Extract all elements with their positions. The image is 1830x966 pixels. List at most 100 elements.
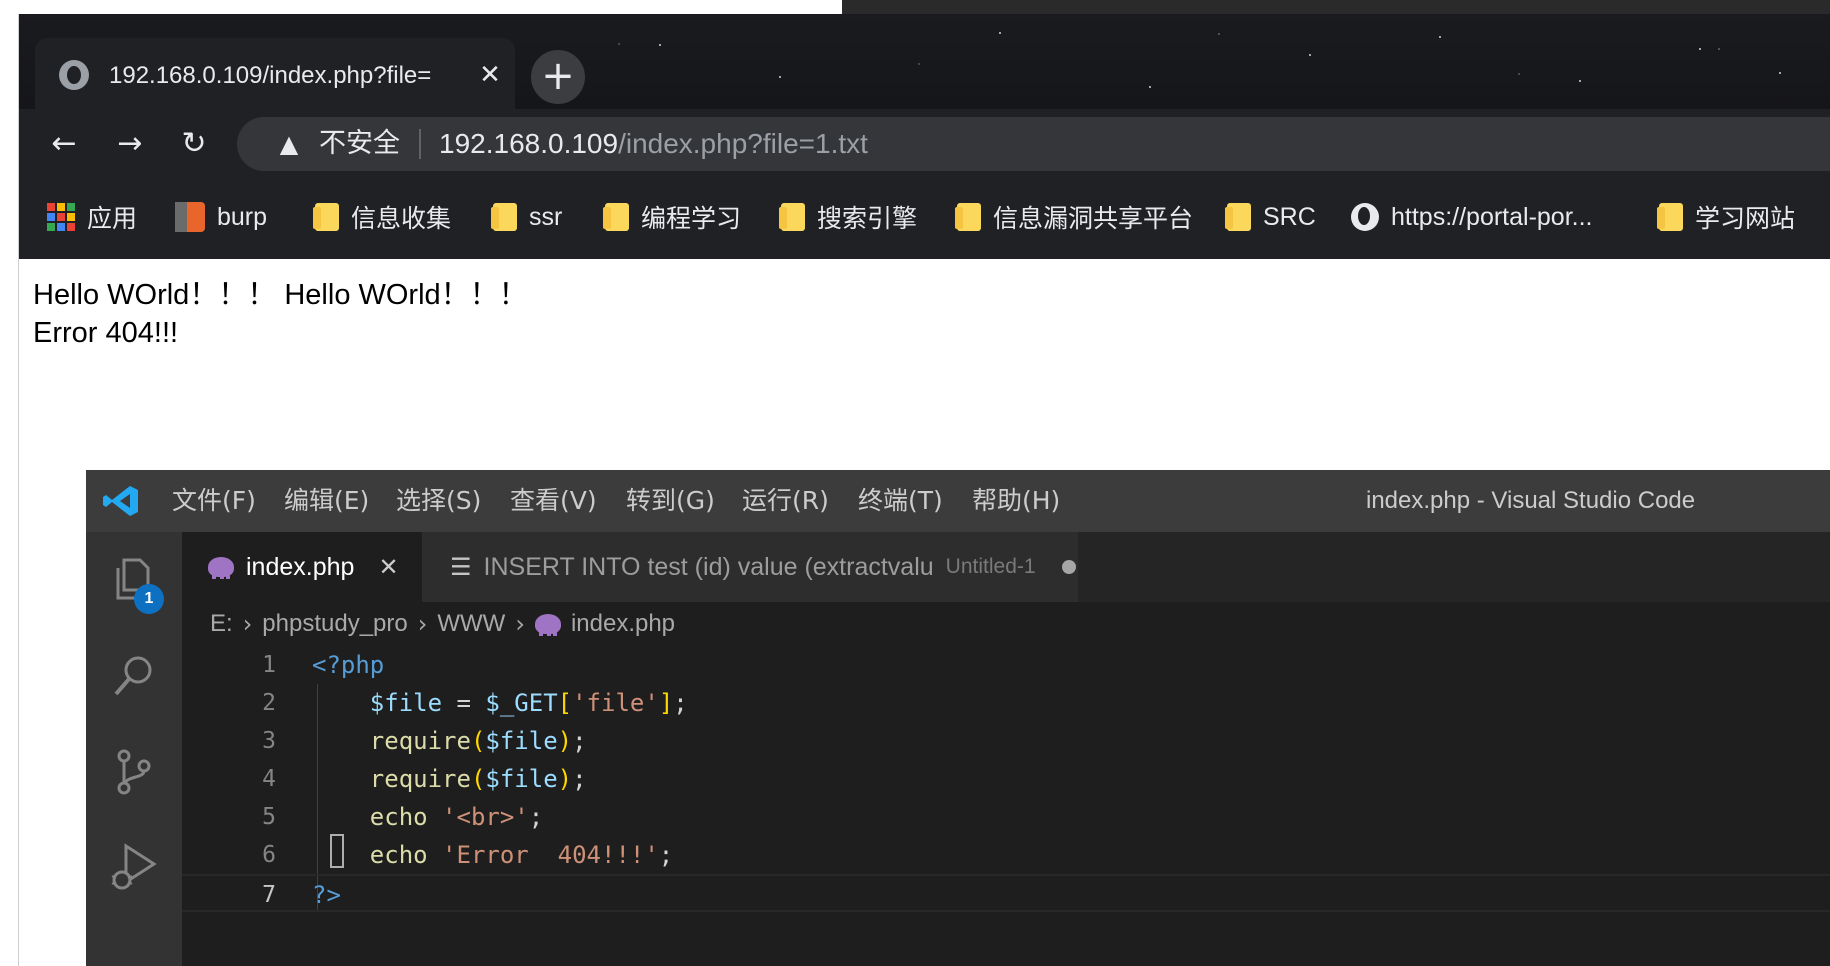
bookmark-folder[interactable]: 编程学习: [603, 197, 742, 237]
line-number: 5: [262, 804, 276, 830]
code-line[interactable]: 3 require($file);: [182, 722, 1830, 760]
code-line[interactable]: 5 echo '<br>';: [182, 798, 1830, 836]
code-text: $file = $_GET['file'];: [369, 689, 688, 717]
bookmark-folder[interactable]: 搜索引擎: [779, 197, 918, 237]
bookmark-folder[interactable]: ssr: [491, 197, 563, 237]
folder-icon: [779, 203, 805, 231]
globe-icon: [1351, 203, 1379, 231]
bookmark-label: https://portal-por...: [1391, 202, 1593, 231]
line-number: 6: [262, 842, 276, 868]
search-icon[interactable]: [108, 650, 160, 702]
folder-icon: [955, 203, 981, 231]
line-number: 4: [262, 766, 276, 792]
folder-icon: [1657, 203, 1683, 231]
code-text: require($file);: [369, 727, 587, 755]
code-line[interactable]: 6 echo 'Error 404!!!';: [182, 836, 1830, 874]
menu-go[interactable]: 转到(G): [626, 484, 715, 518]
text-lines-icon: ☰: [450, 553, 472, 581]
new-tab-button[interactable]: +: [531, 50, 585, 104]
code-text: echo 'Error 404!!!';: [369, 841, 674, 869]
chevron-right-icon: ›: [242, 610, 253, 638]
bookmark-apps[interactable]: 应用: [47, 197, 137, 237]
menu-help[interactable]: 帮助(H): [972, 484, 1060, 518]
close-icon[interactable]: ✕: [475, 60, 505, 90]
security-label[interactable]: 不安全: [319, 127, 400, 161]
warning-triangle-icon[interactable]: ▲: [275, 131, 303, 157]
page-body: Hello WOrld！！！ Hello WOrld！！！ Error 404!…: [33, 276, 528, 352]
code-text: ?>: [312, 881, 341, 909]
folder-icon: [1225, 203, 1251, 231]
vscode-logo-icon: [103, 486, 138, 516]
url-path: /index.php?file=1.txt: [618, 128, 868, 159]
activity-bar: 1: [86, 532, 182, 966]
code-text: require($file);: [369, 765, 587, 793]
bookmark-label: SRC: [1263, 202, 1316, 231]
source-control-icon[interactable]: [108, 746, 160, 798]
code-line[interactable]: 1 <?php: [182, 646, 1830, 684]
bookmark-folder[interactable]: SRC: [1225, 197, 1316, 237]
run-debug-icon[interactable]: [108, 840, 160, 892]
url-host[interactable]: 192.168.0.109/index.php?file=1.txt: [439, 127, 868, 161]
page-text-line: Hello WOrld！！！ Hello WOrld！！！: [33, 279, 528, 311]
page-text-line: Error 404!!!: [33, 317, 179, 349]
editor-tabs: index.php ✕ ☰ INSERT INTO test (id) valu…: [182, 532, 1830, 602]
background-window-strip: [0, 0, 1830, 14]
browser-tab-strip: 192.168.0.109/index.php?file= ✕ +: [19, 14, 1830, 110]
explorer-badge: 1: [134, 584, 164, 614]
bookmark-folder[interactable]: 信息漏洞共享平台: [955, 197, 1194, 237]
vscode-window: 文件(F) 编辑(E) 选择(S) 查看(V) 转到(G) 运行(R) 终端(T…: [86, 470, 1830, 966]
bookmark-label: 编程学习: [641, 205, 742, 233]
breadcrumb-item[interactable]: E:: [210, 610, 233, 638]
editor-tab-index-php[interactable]: index.php ✕: [182, 532, 422, 602]
text-cursor: [330, 834, 344, 868]
tab-title: 192.168.0.109/index.php?file=: [109, 62, 432, 89]
breadcrumb-item[interactable]: WWW: [437, 610, 505, 638]
editor-tab-untitled[interactable]: ☰ INSERT INTO test (id) value (extractva…: [422, 532, 1078, 602]
window-title: index.php - Visual Studio Code: [1366, 487, 1696, 514]
breadcrumb-item[interactable]: phpstudy_pro: [262, 610, 407, 638]
breadcrumb-file[interactable]: index.php: [534, 610, 676, 638]
line-number: 1: [262, 652, 276, 678]
menu-selection[interactable]: 选择(S): [396, 484, 481, 518]
menu-file[interactable]: 文件(F): [172, 484, 256, 518]
line-number: 2: [262, 690, 276, 716]
bookmark-portal[interactable]: https://portal-por...: [1351, 197, 1593, 237]
menu-run[interactable]: 运行(R): [742, 484, 829, 518]
chevron-right-icon: ›: [515, 610, 525, 638]
code-editor[interactable]: 1 <?php 2 $file = $_GET['file']; 3 require(…: [182, 646, 1830, 966]
tab-description: Untitled-1: [945, 555, 1036, 578]
folder-icon: [313, 203, 339, 231]
address-bar[interactable]: ▲ 不安全 192.168.0.109/index.php?file=1.txt: [237, 117, 1830, 171]
bookmark-label: ssr: [529, 202, 563, 231]
bookmarks-bar: 应用 burp 信息收集 ssr 编程学习 搜索引擎 信息漏洞共享平台 SRC: [19, 179, 1830, 259]
menu-view[interactable]: 查看(V): [510, 484, 597, 518]
breadcrumb: E: › phpstudy_pro › WWW › index.php: [182, 602, 1830, 646]
reload-icon[interactable]: ↻: [171, 121, 217, 167]
code-line[interactable]: 4 require($file);: [182, 760, 1830, 798]
php-elephant-icon: [208, 557, 234, 579]
back-arrow-icon[interactable]: ←: [41, 121, 87, 167]
code-text: <?php: [312, 651, 385, 679]
folder-icon: [603, 203, 629, 231]
apps-grid-icon: [47, 203, 75, 231]
breadcrumb-item: index.php: [570, 610, 676, 637]
menu-terminal[interactable]: 终端(T): [858, 484, 943, 518]
bookmark-folder[interactable]: 学习网站: [1657, 197, 1795, 237]
bookmark-label: burp: [217, 202, 268, 231]
burp-icon: [175, 202, 205, 232]
close-icon[interactable]: ✕: [378, 553, 398, 581]
bookmark-label: 搜索引擎: [817, 205, 918, 233]
address-separator: [419, 129, 421, 159]
unsaved-dot-icon[interactable]: [1061, 560, 1076, 574]
menu-edit[interactable]: 编辑(E): [284, 484, 369, 518]
code-line[interactable]: 7 ?>: [182, 874, 1830, 912]
bookmark-folder[interactable]: 信息收集: [313, 197, 451, 237]
bookmark-label: 应用: [87, 205, 138, 233]
forward-arrow-icon[interactable]: →: [107, 121, 153, 167]
code-line[interactable]: 2 $file = $_GET['file'];: [182, 684, 1830, 722]
line-number: 7: [262, 882, 276, 908]
code-text: echo '<br>';: [369, 803, 544, 831]
bookmark-label: 信息漏洞共享平台: [993, 205, 1194, 233]
browser-tab-active[interactable]: 192.168.0.109/index.php?file= ✕: [35, 38, 515, 110]
bookmark-burp[interactable]: burp: [175, 197, 267, 237]
